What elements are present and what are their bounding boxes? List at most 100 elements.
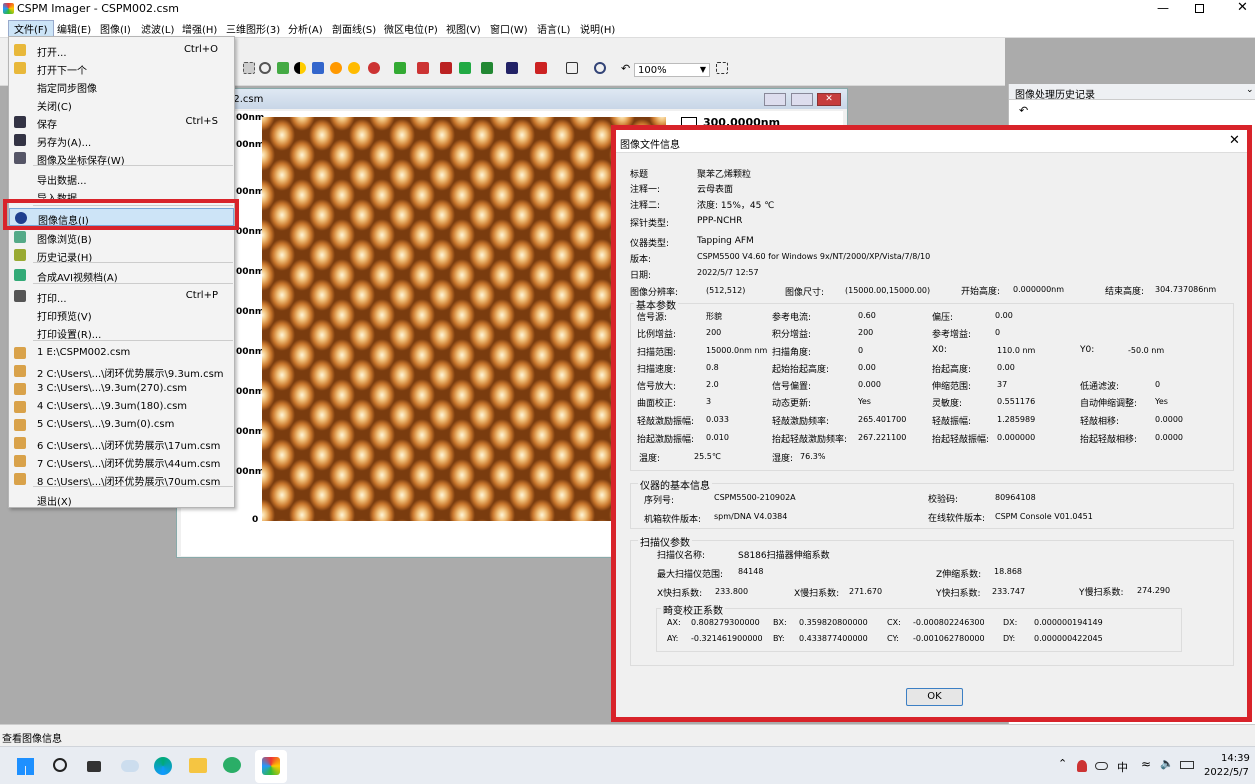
recent-file-icon (14, 419, 26, 431)
y-tick-label: 00nm (236, 187, 265, 197)
start-height-value: 0.000000nm (1013, 285, 1065, 294)
wechat-icon[interactable] (223, 757, 241, 773)
menu-potential[interactable]: 微区电位(P) (384, 21, 438, 36)
history-panel-header: 图像处理历史记录 ⌄ (1009, 84, 1255, 101)
zoom-select[interactable]: 100% ▼ (634, 63, 710, 77)
file-menu-item[interactable]: 打印... Ctrl+P (9, 287, 234, 305)
cspm-app-icon[interactable] (262, 757, 280, 775)
pin-icon[interactable]: ⌄ (1246, 85, 1254, 95)
tray-app-icon[interactable] (1077, 760, 1087, 772)
menu-view[interactable]: 视图(V) (446, 21, 481, 36)
file-menu-label: 保存 (37, 120, 57, 131)
zoom-icon[interactable] (259, 62, 271, 74)
menu-enhance[interactable]: 增强(H) (182, 21, 217, 36)
file-menu-item[interactable]: 5 C:\Users\...\9.3um(0).csm (9, 416, 234, 434)
rotate-icon[interactable] (594, 62, 606, 74)
file-menu-item[interactable]: 7 C:\Users\...\闭环优势展示\44um.csm (9, 452, 234, 470)
clock-date[interactable]: 2022/5/7 (1204, 767, 1249, 778)
contrast-icon[interactable] (294, 62, 306, 74)
file-menu-item[interactable]: 指定同步图像 (9, 77, 234, 95)
text-a-icon[interactable] (535, 62, 547, 74)
distortion-value: -0.000802246300 (913, 618, 985, 627)
edge-browser-icon[interactable] (154, 757, 172, 775)
ok-button[interactable]: OK (906, 688, 963, 706)
volume-icon[interactable]: 🔈 (1160, 757, 1174, 770)
menu-language[interactable]: 语言(L) (537, 21, 570, 36)
param-value: 0 (858, 346, 864, 355)
child-minimize-icon[interactable] (764, 93, 786, 106)
lens-icon[interactable] (368, 62, 380, 74)
file-menu-item[interactable]: 6 C:\Users\...\闭环优势展示\17um.csm (9, 434, 234, 452)
tray-chevron-up-icon[interactable]: ⌃ (1058, 757, 1067, 770)
close-icon[interactable]: ✕ (1237, 0, 1248, 15)
start-icon[interactable] (17, 758, 34, 775)
file-menu-label: 退出(X) (37, 497, 72, 508)
file-menu-item[interactable]: 2 C:\Users\...\闭环优势展示\9.3um.csm (9, 362, 234, 380)
status-text: 查看图像信息 (2, 734, 62, 745)
text-f-icon[interactable] (506, 62, 518, 74)
menu-separator (33, 283, 233, 284)
search-icon[interactable] (53, 758, 67, 772)
file-menu-item[interactable]: 打印预览(V) (9, 305, 234, 323)
palette-icon[interactable] (312, 62, 324, 74)
crop-icon[interactable] (566, 62, 578, 74)
menu-profile[interactable]: 剖面线(S) (332, 21, 376, 36)
file-menu-label: 4 C:\Users\...\9.3um(180).csm (37, 401, 188, 412)
battery-red-icon[interactable] (417, 62, 429, 74)
menu-help[interactable]: 说明(H) (580, 21, 615, 36)
flag-icon[interactable] (481, 62, 493, 74)
child-close-icon[interactable]: ✕ (817, 93, 841, 106)
dialog-close-icon[interactable]: ✕ (1229, 133, 1240, 148)
file-menu-item[interactable]: 打印设置(R)... (9, 323, 234, 341)
file-explorer-icon[interactable] (189, 758, 207, 773)
select-tool-icon[interactable] (243, 62, 255, 74)
maximize-icon[interactable] (1195, 4, 1204, 13)
menu-3d[interactable]: 三维图形(3) (226, 21, 280, 36)
x-slow-label: X慢扫系数: (794, 589, 840, 599)
weather-icon[interactable] (121, 760, 139, 772)
menu-analysis[interactable]: 分析(A) (288, 21, 323, 36)
ime-indicator[interactable]: 中 (1117, 759, 1128, 775)
file-menu-item[interactable]: 3 C:\Users\...\9.3um(270).csm (9, 380, 234, 398)
afm-image[interactable] (262, 117, 666, 521)
menu-window[interactable]: 窗口(W) (490, 21, 528, 36)
file-menu-item[interactable]: 合成AVI视频档(A) (9, 266, 234, 284)
param-value: 2.0 (706, 380, 719, 389)
menu-edit[interactable]: 编辑(E) (57, 21, 91, 36)
child-maximize-icon[interactable] (791, 93, 813, 106)
battery-green-icon[interactable] (394, 62, 406, 74)
instrument-type-value: Tapping AFM (697, 236, 754, 246)
menu-image[interactable]: 图像(I) (100, 21, 131, 36)
param-value: 0.010 (706, 433, 729, 442)
chart-icon[interactable] (277, 62, 289, 74)
file-menu-item[interactable]: 4 C:\Users\...\9.3um(180).csm (9, 398, 234, 416)
file-menu-item[interactable]: 打开下一个 (9, 59, 234, 77)
file-menu-item[interactable]: 保存 Ctrl+S (9, 113, 234, 131)
wifi-icon[interactable]: ≈ (1141, 757, 1151, 771)
battery-icon[interactable] (1180, 761, 1194, 769)
arrow-up-icon[interactable] (459, 62, 471, 74)
menu-filter[interactable]: 滤波(L) (141, 21, 174, 36)
serial-value: CSPM5500-210902A (714, 493, 796, 502)
file-menu-item[interactable]: 退出(X) (9, 490, 234, 508)
file-menu-item[interactable]: 另存为(A)... (9, 131, 234, 149)
file-menu-item[interactable]: 导出数据... (9, 169, 234, 187)
file-menu-item[interactable]: 关闭(C) (9, 95, 234, 113)
clock-time[interactable]: 14:39 (1221, 753, 1250, 764)
param-value: 110.0 nm (997, 346, 1036, 355)
param-value: 265.401700 (858, 415, 907, 424)
param-value: 200 (858, 328, 874, 337)
menu-file[interactable]: 文件(F) (8, 20, 54, 37)
minimize-icon[interactable]: — (1157, 1, 1169, 15)
undo-icon[interactable]: ↶ (621, 62, 633, 75)
fit-icon[interactable] (716, 62, 728, 74)
arrow-down-icon[interactable] (440, 62, 452, 74)
history-undo-icon[interactable]: ↶ (1019, 104, 1028, 117)
file-menu-item[interactable]: 打开... Ctrl+O (9, 41, 234, 59)
sun-icon[interactable] (348, 62, 360, 74)
brightness-icon[interactable] (330, 62, 342, 74)
cloud-icon[interactable] (1095, 762, 1108, 770)
file-menu-item[interactable]: 图像浏览(B) (9, 228, 234, 246)
file-menu-item[interactable]: 1 E:\CSPM002.csm (9, 344, 234, 362)
task-view-icon[interactable] (87, 761, 101, 772)
